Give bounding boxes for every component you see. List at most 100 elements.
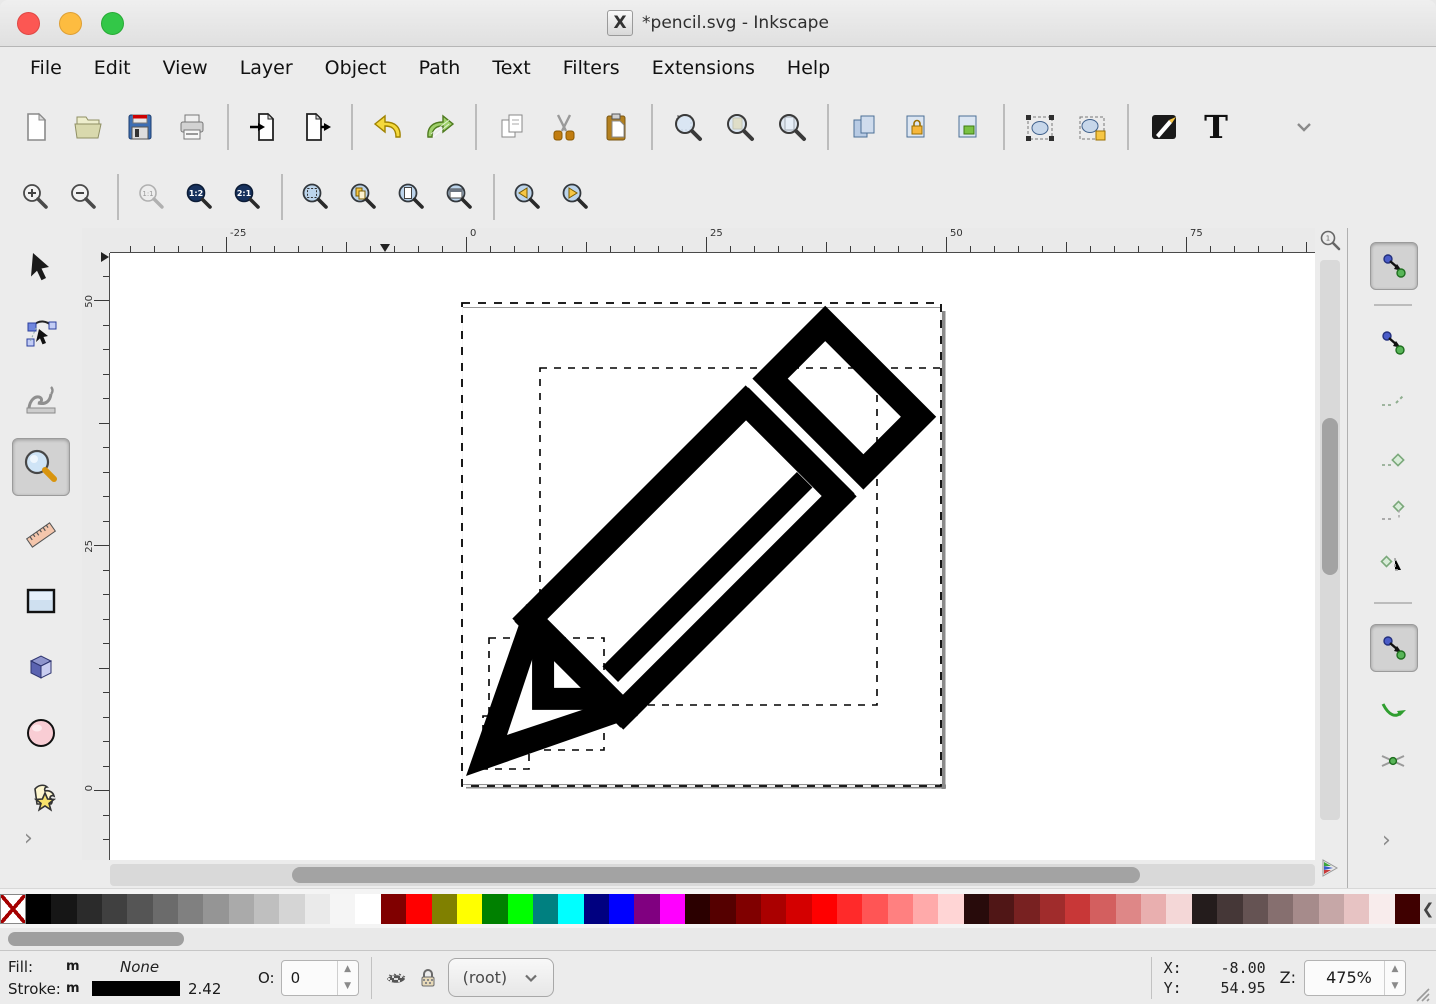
measure-tool-button[interactable] <box>14 508 68 562</box>
menu-text[interactable]: Text <box>476 47 546 88</box>
new-document-button[interactable] <box>10 100 62 154</box>
zoom-spinbox[interactable]: 475% ▲▼ <box>1304 960 1406 996</box>
canvas[interactable] <box>110 253 1315 860</box>
zoom-2-1-button[interactable]: 2:1 <box>224 173 272 221</box>
horizontal-scrollbar-thumb[interactable] <box>292 867 1140 883</box>
palette-scroll-left-button[interactable]: ❮ <box>1420 894 1436 924</box>
palette-swatch[interactable] <box>432 894 457 924</box>
menu-extensions[interactable]: Extensions <box>636 47 771 88</box>
palette-swatch[interactable] <box>584 894 609 924</box>
horizontal-scrollbar[interactable] <box>110 864 1315 886</box>
palette-swatch[interactable] <box>254 894 279 924</box>
palette-swatch[interactable] <box>1192 894 1217 924</box>
palette-swatch[interactable] <box>989 894 1014 924</box>
spin-up-icon[interactable]: ▲ <box>338 961 358 978</box>
palette-swatch[interactable] <box>938 894 963 924</box>
zoom-to-drawing-button[interactable] <box>714 100 766 154</box>
palette-swatch[interactable] <box>1141 894 1166 924</box>
palette-scrollbar[interactable] <box>0 928 1436 950</box>
menu-view[interactable]: View <box>147 47 224 88</box>
zoom-tool-button[interactable] <box>12 438 70 496</box>
horizontal-ruler[interactable]: -250255075 <box>110 228 1315 253</box>
copy-button[interactable] <box>486 100 538 154</box>
menu-object[interactable]: Object <box>309 47 403 88</box>
save-document-button[interactable] <box>114 100 166 154</box>
palette-swatch[interactable] <box>1014 894 1039 924</box>
palette-swatch[interactable] <box>964 894 989 924</box>
palette-swatch[interactable] <box>558 894 583 924</box>
palette-swatch[interactable] <box>660 894 685 924</box>
unlink-clone-button[interactable] <box>942 100 994 154</box>
snap-toolbar-more-chevron[interactable]: › <box>1382 828 1391 853</box>
palette-swatch[interactable] <box>761 894 786 924</box>
group-objects-button[interactable] <box>1014 100 1066 154</box>
create-clone-button[interactable] <box>890 100 942 154</box>
palette-swatch[interactable] <box>1268 894 1293 924</box>
palette-swatch[interactable] <box>913 894 938 924</box>
zoom-to-selection-button[interactable] <box>662 100 714 154</box>
sticky-zoom-icon[interactable]: 1 <box>1319 229 1343 253</box>
palette-swatch[interactable] <box>1344 894 1369 924</box>
tweak-tool-button[interactable] <box>14 372 68 426</box>
vertical-scrollbar[interactable] <box>1320 260 1340 820</box>
layer-visibility-toggle[interactable] <box>384 966 408 990</box>
palette-swatch[interactable] <box>1116 894 1141 924</box>
redo-button[interactable] <box>414 100 466 154</box>
palette-swatch[interactable] <box>1319 894 1344 924</box>
toolbar-overflow-button[interactable] <box>1278 100 1330 154</box>
menu-file[interactable]: File <box>14 47 78 88</box>
palette-swatch[interactable] <box>508 894 533 924</box>
snap-bbox-edges-button[interactable] <box>1370 376 1416 422</box>
palette-swatch[interactable] <box>1243 894 1268 924</box>
previous-zoom-button[interactable] <box>504 173 552 221</box>
spin-down-icon[interactable]: ▼ <box>1385 978 1405 995</box>
spin-down-icon[interactable]: ▼ <box>338 978 358 995</box>
palette-swatch[interactable] <box>685 894 710 924</box>
palette-swatch[interactable] <box>1065 894 1090 924</box>
window-resize-grip[interactable] <box>1414 986 1430 1002</box>
zoom-to-page-button[interactable] <box>766 100 818 154</box>
color-management-toggle[interactable] <box>1320 858 1340 878</box>
palette-swatch[interactable] <box>51 894 76 924</box>
vertical-scrollbar-thumb[interactable] <box>1322 418 1338 575</box>
layer-lock-toggle[interactable] <box>416 966 440 990</box>
undo-button[interactable] <box>362 100 414 154</box>
palette-swatch[interactable] <box>533 894 558 924</box>
palette-swatch[interactable] <box>812 894 837 924</box>
palette-swatch[interactable] <box>102 894 127 924</box>
palette-swatch[interactable] <box>279 894 304 924</box>
palette-swatch[interactable] <box>381 894 406 924</box>
snap-intersections-button[interactable] <box>1370 738 1416 784</box>
menu-edit[interactable]: Edit <box>78 47 147 88</box>
cut-button[interactable] <box>538 100 590 154</box>
zoom-page-button[interactable] <box>388 173 436 221</box>
zoom-1-2-button[interactable]: 1:2 <box>176 173 224 221</box>
palette-swatch[interactable] <box>127 894 152 924</box>
zoom-1-1-button[interactable]: 1:1 <box>128 173 176 221</box>
snap-bbox-midpoints-button[interactable] <box>1370 489 1416 535</box>
palette-swatch[interactable] <box>888 894 913 924</box>
palette-swatch[interactable] <box>203 894 228 924</box>
palette-swatch[interactable] <box>1293 894 1318 924</box>
fill-stroke-dialog-button[interactable] <box>1138 100 1190 154</box>
palette-swatch[interactable] <box>178 894 203 924</box>
palette-swatch[interactable] <box>1090 894 1115 924</box>
menu-path[interactable]: Path <box>403 47 477 88</box>
palette-scrollbar-thumb[interactable] <box>8 932 184 946</box>
palette-swatch[interactable] <box>609 894 634 924</box>
import-button[interactable] <box>238 100 290 154</box>
palette-swatch[interactable] <box>457 894 482 924</box>
next-zoom-button[interactable] <box>552 173 600 221</box>
node-tool-button[interactable] <box>14 306 68 360</box>
snap-nodes-button[interactable] <box>1370 624 1418 672</box>
palette-swatch[interactable] <box>153 894 178 924</box>
spin-up-icon[interactable]: ▲ <box>1385 961 1405 978</box>
3dbox-tool-button[interactable] <box>14 640 68 694</box>
palette-swatch[interactable] <box>1040 894 1065 924</box>
text-dialog-button[interactable]: T <box>1190 100 1242 154</box>
zoom-drawing-button[interactable] <box>340 173 388 221</box>
rectangle-tool-button[interactable] <box>14 574 68 628</box>
palette-swatch[interactable] <box>1217 894 1242 924</box>
duplicate-button[interactable] <box>838 100 890 154</box>
toolbox-more-chevron[interactable]: › <box>24 826 33 851</box>
